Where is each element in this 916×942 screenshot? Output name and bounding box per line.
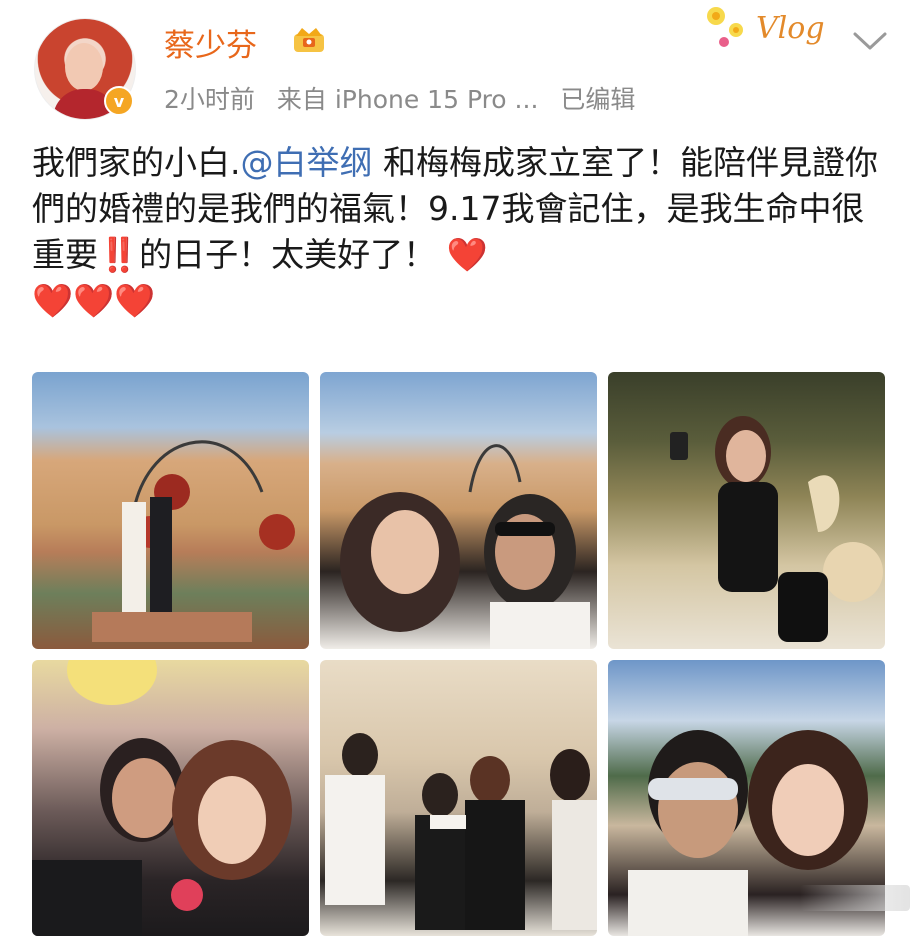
post-text-end: 的日子！太美好了！ xyxy=(139,235,437,274)
crown-icon xyxy=(294,28,324,52)
post-edited[interactable]: 已编辑 xyxy=(560,80,635,116)
photo-3[interactable] xyxy=(608,372,885,649)
chevron-down-icon[interactable] xyxy=(852,30,888,52)
photo-2-scene xyxy=(340,444,590,649)
photo-1[interactable] xyxy=(32,372,309,649)
svg-text:Vlog: Vlog xyxy=(756,11,825,46)
photo-5-scene xyxy=(325,733,597,930)
username[interactable]: 蔡少芬 xyxy=(164,20,257,65)
post-text: 我們家的小白.@白举纲 和梅梅成家立室了！能陪伴見證你們的婚禮的是我們的福氣！9… xyxy=(32,140,882,324)
hearts-row-icon: ❤️❤️❤️ xyxy=(32,281,156,320)
photo-1-scene xyxy=(92,440,295,642)
photo-4[interactable] xyxy=(32,660,309,936)
mention-link[interactable]: @白举纲 xyxy=(241,143,373,182)
photo-5[interactable] xyxy=(320,660,597,936)
post-time: 2小时前 xyxy=(164,85,255,114)
photo-2[interactable] xyxy=(320,372,597,649)
heart-icon: ❤️ xyxy=(446,235,488,274)
vlog-sticker-icon: Vlog xyxy=(707,7,825,47)
verified-badge-icon: v xyxy=(104,86,134,116)
photo-3-scene xyxy=(670,416,883,642)
post-meta: 2小时前 来自 iPhone 15 Pro ... 已编辑 xyxy=(164,80,635,116)
photo-4-scene xyxy=(32,660,292,936)
avatar-face xyxy=(65,43,103,91)
watermark xyxy=(800,885,910,911)
post-text-start: 我們家的小白. xyxy=(32,143,241,182)
double-exclamation-icon: ‼️ xyxy=(98,235,140,274)
post-source[interactable]: 来自 iPhone 15 Pro ... xyxy=(277,80,539,116)
